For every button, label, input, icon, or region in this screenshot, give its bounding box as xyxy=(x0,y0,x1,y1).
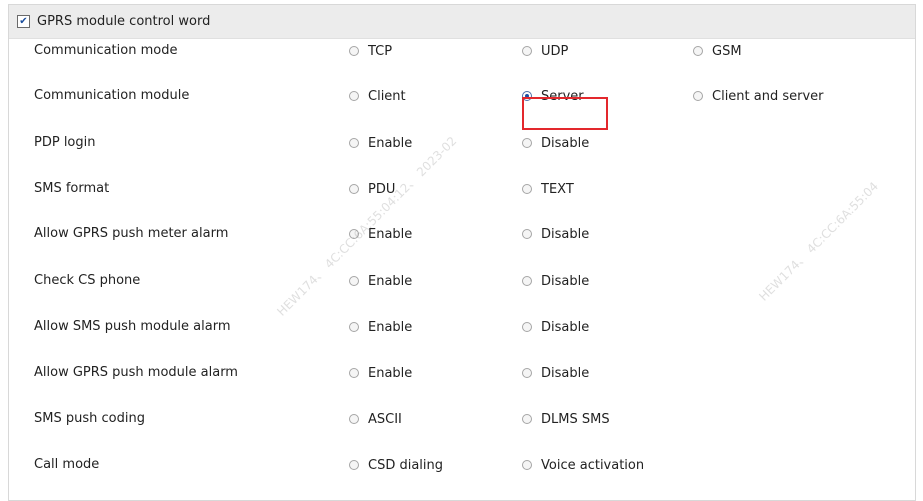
option-row: SMS push coding ASCII DLMS SMS xyxy=(9,407,915,431)
row-label: SMS format xyxy=(34,181,110,196)
option-row: SMS format PDU TEXT xyxy=(9,177,915,201)
radio-unselected-icon[interactable] xyxy=(522,414,532,424)
radio-option[interactable]: Client xyxy=(349,84,406,108)
radio-label: TCP xyxy=(368,43,393,59)
radio-label: TEXT xyxy=(541,181,574,197)
option-row: PDP login Enable Disable xyxy=(9,131,915,155)
radio-label: Disable xyxy=(541,226,590,242)
radio-unselected-icon[interactable] xyxy=(349,368,359,378)
radio-unselected-icon[interactable] xyxy=(349,322,359,332)
gprs-control-panel: ✔ GPRS module control word Communication… xyxy=(8,4,916,501)
option-row: Check CS phone Enable Disable xyxy=(9,269,915,293)
radio-unselected-icon[interactable] xyxy=(349,229,359,239)
radio-label: Enable xyxy=(368,319,413,335)
radio-label: Client xyxy=(368,88,406,104)
row-label: Allow GPRS push meter alarm xyxy=(34,226,229,241)
option-row: Call mode CSD dialing Voice activation xyxy=(9,453,915,477)
radio-unselected-icon[interactable] xyxy=(693,91,703,101)
radio-label: Disable xyxy=(541,319,590,335)
radio-option[interactable]: TEXT xyxy=(522,177,574,201)
radio-unselected-icon[interactable] xyxy=(349,414,359,424)
radio-label: Enable xyxy=(368,365,413,381)
radio-option[interactable]: Enable xyxy=(349,131,412,155)
radio-unselected-icon[interactable] xyxy=(522,322,532,332)
group-title: GPRS module control word xyxy=(37,14,211,29)
option-row: Allow SMS push module alarm Enable Disable xyxy=(9,315,915,339)
radio-unselected-icon[interactable] xyxy=(693,46,703,56)
radio-unselected-icon[interactable] xyxy=(349,91,359,101)
radio-unselected-icon[interactable] xyxy=(349,184,359,194)
radio-option[interactable]: Disable xyxy=(522,269,589,293)
radio-label: Disable xyxy=(541,135,590,151)
radio-unselected-icon[interactable] xyxy=(349,46,359,56)
radio-label: UDP xyxy=(541,43,569,59)
radio-label: Enable xyxy=(368,226,413,242)
radio-label: GSM xyxy=(712,43,742,59)
radio-option[interactable]: Disable xyxy=(522,131,589,155)
radio-label: ASCII xyxy=(368,411,402,427)
row-label: Call mode xyxy=(34,457,100,472)
radio-label: Enable xyxy=(368,135,413,151)
radio-unselected-icon[interactable] xyxy=(522,276,532,286)
radio-label: Voice activation xyxy=(541,457,645,473)
radio-unselected-icon[interactable] xyxy=(522,138,532,148)
radio-option[interactable]: DLMS SMS xyxy=(522,407,610,431)
radio-unselected-icon[interactable] xyxy=(349,276,359,286)
group-header: ✔ GPRS module control word xyxy=(9,5,915,39)
radio-label: DLMS SMS xyxy=(541,411,610,427)
radio-label: CSD dialing xyxy=(368,457,444,473)
row-label: PDP login xyxy=(34,135,96,150)
option-row: Communication module Client Server Client a… xyxy=(9,84,915,108)
radio-unselected-icon[interactable] xyxy=(349,460,359,470)
option-row: Communication mode TCP UDP GSM xyxy=(9,39,915,63)
radio-option[interactable]: Server xyxy=(522,84,584,108)
radio-option[interactable]: PDU xyxy=(349,177,395,201)
radio-option[interactable]: Disable xyxy=(522,315,589,339)
radio-option[interactable]: GSM xyxy=(693,39,742,63)
radio-option[interactable]: Enable xyxy=(349,269,412,293)
radio-option[interactable]: TCP xyxy=(349,39,392,63)
radio-unselected-icon[interactable] xyxy=(522,46,532,56)
row-label: Communication mode xyxy=(34,43,178,58)
radio-option[interactable]: Enable xyxy=(349,315,412,339)
row-label: Allow GPRS push module alarm xyxy=(34,365,238,380)
radio-option[interactable]: Disable xyxy=(522,222,589,246)
radio-option[interactable]: Disable xyxy=(522,361,589,385)
radio-unselected-icon[interactable] xyxy=(522,368,532,378)
radio-label: Disable xyxy=(541,273,590,289)
radio-unselected-icon[interactable] xyxy=(349,138,359,148)
radio-option[interactable]: Enable xyxy=(349,361,412,385)
row-label: Check CS phone xyxy=(34,273,141,288)
radio-unselected-icon[interactable] xyxy=(522,229,532,239)
radio-option[interactable]: Client and server xyxy=(693,84,824,108)
radio-label: Enable xyxy=(368,273,413,289)
radio-selected-icon[interactable] xyxy=(522,91,532,101)
option-row: Allow GPRS push module alarm Enable Disabl… xyxy=(9,361,915,385)
gprs-control-checkbox[interactable]: ✔ xyxy=(17,15,30,28)
radio-option[interactable]: CSD dialing xyxy=(349,453,443,477)
radio-unselected-icon[interactable] xyxy=(522,184,532,194)
row-label: SMS push coding xyxy=(34,411,145,426)
radio-option[interactable]: ASCII xyxy=(349,407,402,431)
radio-label: Server xyxy=(541,88,584,104)
radio-option[interactable]: UDP xyxy=(522,39,568,63)
radio-option[interactable]: Enable xyxy=(349,222,412,246)
radio-unselected-icon[interactable] xyxy=(522,460,532,470)
radio-option[interactable]: Voice activation xyxy=(522,453,644,477)
radio-label: PDU xyxy=(368,181,396,197)
radio-label: Client and server xyxy=(712,88,824,104)
option-row: Allow GPRS push meter alarm Enable Disable xyxy=(9,222,915,246)
radio-label: Disable xyxy=(541,365,590,381)
row-label: Allow SMS push module alarm xyxy=(34,319,231,334)
row-label: Communication module xyxy=(34,88,190,103)
